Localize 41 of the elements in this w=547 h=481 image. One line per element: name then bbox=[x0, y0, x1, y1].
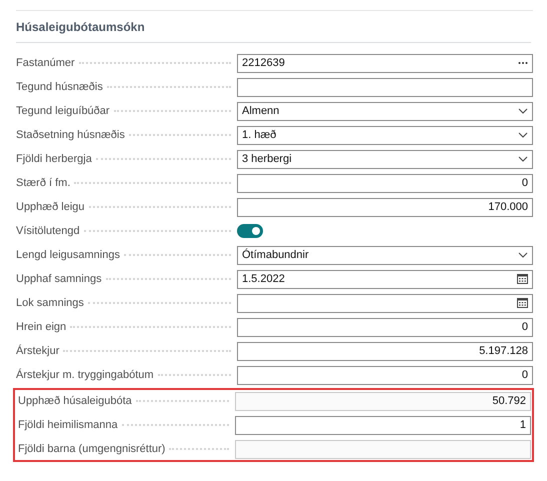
section-title: Húsaleigubótaumsókn bbox=[16, 11, 531, 43]
more-icon[interactable] bbox=[518, 61, 528, 65]
field-label: Árstekjur bbox=[16, 345, 60, 357]
input-field[interactable]: 0 bbox=[237, 318, 533, 336]
input-field[interactable] bbox=[237, 78, 533, 96]
field-label: Lok samnings bbox=[16, 297, 84, 309]
input-field[interactable]: 1. hæð bbox=[237, 126, 533, 144]
input-field[interactable]: 170.000 bbox=[237, 198, 533, 216]
input-field[interactable]: 0 bbox=[237, 366, 533, 384]
chevron-down-icon[interactable] bbox=[518, 156, 528, 162]
field-label: Upphæð húsaleigubóta bbox=[18, 395, 132, 407]
input-field[interactable]: 0 bbox=[237, 174, 533, 192]
field-label: Tegund leiguíbúðar bbox=[16, 105, 110, 117]
calendar-icon[interactable] bbox=[517, 298, 528, 308]
input-field[interactable]: 1.5.2022 bbox=[237, 270, 533, 288]
input-field[interactable]: 5.197.128 bbox=[237, 342, 533, 360]
field-label: Upphæð leigu bbox=[16, 201, 84, 213]
chevron-down-icon[interactable] bbox=[518, 252, 528, 258]
input-field[interactable]: 3 herbergi bbox=[237, 150, 533, 168]
field-label: Lengd leigusamnings bbox=[16, 249, 120, 261]
leader-line bbox=[169, 448, 229, 450]
input-field[interactable]: 1 bbox=[235, 416, 531, 434]
calendar-icon[interactable] bbox=[517, 274, 528, 284]
field-label: Staðsetning húsnæðis bbox=[16, 129, 125, 141]
field-label: Fastanúmer bbox=[16, 57, 75, 69]
input-field[interactable] bbox=[237, 294, 533, 312]
field-label: Stærð í fm. bbox=[16, 177, 70, 189]
toggle-switch[interactable] bbox=[237, 224, 263, 238]
field-label: Hrein eign bbox=[16, 321, 66, 333]
field-label: Vísitölutengd bbox=[16, 225, 80, 237]
field-label: Fjöldi barna (umgengnisréttur) bbox=[18, 443, 166, 455]
field-label: Tegund húsnæðis bbox=[16, 81, 103, 93]
input-field[interactable]: Almenn bbox=[237, 102, 533, 120]
input-field[interactable]: 2212639 bbox=[237, 54, 533, 72]
field-label: Fjöldi herbergja bbox=[16, 153, 92, 165]
field-label: Upphaf samnings bbox=[16, 273, 102, 285]
chevron-down-icon[interactable] bbox=[518, 132, 528, 138]
field-label: Árstekjur m. tryggingabótum bbox=[16, 369, 154, 381]
input-field[interactable]: Ótímabundnir bbox=[237, 246, 533, 264]
field-label: Fjöldi heimilismanna bbox=[18, 419, 118, 431]
chevron-down-icon[interactable] bbox=[518, 108, 528, 114]
